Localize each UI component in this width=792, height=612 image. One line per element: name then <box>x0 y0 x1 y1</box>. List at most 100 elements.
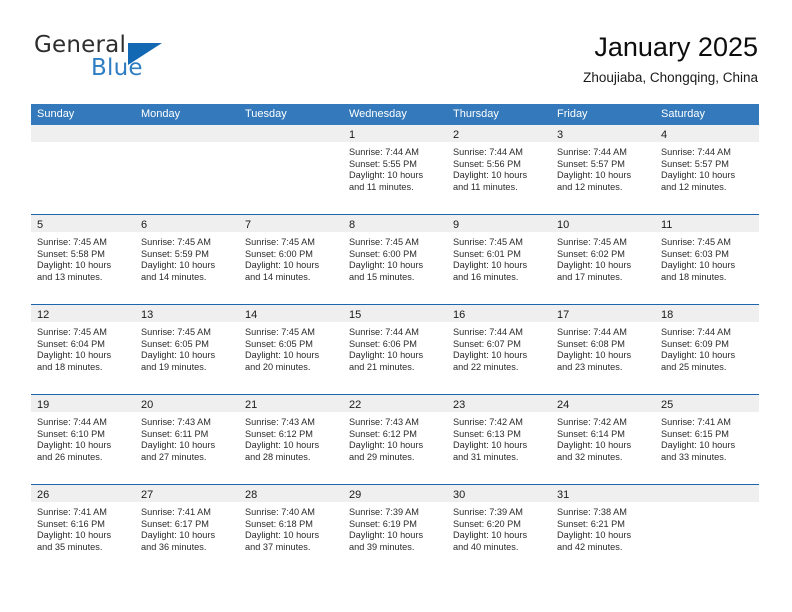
daylight-text-cont: and 20 minutes. <box>245 361 311 372</box>
day-number: 3 <box>557 129 564 141</box>
day-cell[interactable]: 19 Sunrise: 7:44 AM Sunset: 6:10 PM Dayligh… <box>31 395 135 484</box>
daylight-text: Daylight: 10 hours <box>557 530 632 541</box>
day-cell[interactable]: 30 Sunrise: 7:39 AM Sunset: 6:20 PM Dayligh… <box>447 485 551 574</box>
daylight-text-cont: and 14 minutes. <box>245 271 311 282</box>
day-cell[interactable]: 1 Sunrise: 7:44 AM Sunset: 5:55 PM Daylight… <box>343 125 447 214</box>
sunset-text: Sunset: 5:57 PM <box>557 158 625 169</box>
sunrise-text: Sunrise: 7:38 AM <box>557 507 627 517</box>
daylight-text: Daylight: 10 hours <box>453 350 528 361</box>
day-cell[interactable]: 10 Sunrise: 7:45 AM Sunset: 6:02 PM Dayligh… <box>551 215 655 304</box>
sunset-text: Sunset: 6:13 PM <box>453 428 521 439</box>
day-cell[interactable]: 9 Sunrise: 7:45 AM Sunset: 6:01 PM Daylight… <box>447 215 551 304</box>
sunset-text: Sunset: 6:10 PM <box>37 428 105 439</box>
day-cell[interactable]: 22 Sunrise: 7:43 AM Sunset: 6:12 PM Dayligh… <box>343 395 447 484</box>
day-cell[interactable]: 21 Sunrise: 7:43 AM Sunset: 6:12 PM Dayligh… <box>239 395 343 484</box>
day-cell[interactable]: 6 Sunrise: 7:45 AM Sunset: 5:59 PM Daylight… <box>135 215 239 304</box>
day-cell[interactable]: 27 Sunrise: 7:41 AM Sunset: 6:17 PM Dayligh… <box>135 485 239 574</box>
day-number: 12 <box>37 309 50 321</box>
day-cell[interactable]: 23 Sunrise: 7:42 AM Sunset: 6:13 PM Dayligh… <box>447 395 551 484</box>
week-row: 1 Sunrise: 7:44 AM Sunset: 5:55 PM Daylight… <box>31 125 759 214</box>
sunset-text: Sunset: 6:09 PM <box>661 338 729 349</box>
day-cell[interactable]: 8 Sunrise: 7:45 AM Sunset: 6:00 PM Daylight… <box>343 215 447 304</box>
day-cell[interactable]: 4 Sunrise: 7:44 AM Sunset: 5:57 PM Daylight… <box>655 125 759 214</box>
sunset-text: Sunset: 6:12 PM <box>245 428 313 439</box>
day-number: 29 <box>349 489 362 501</box>
weekday-header-tuesday: Tuesday <box>245 108 287 120</box>
daylight-text-cont: and 12 minutes. <box>557 181 623 192</box>
daylight-text-cont: and 18 minutes. <box>661 271 727 282</box>
day-cell[interactable]: 17 Sunrise: 7:44 AM Sunset: 6:08 PM Dayligh… <box>551 305 655 394</box>
day-cell[interactable] <box>135 125 239 214</box>
daylight-text: Daylight: 10 hours <box>141 530 216 541</box>
daylight-text: Daylight: 10 hours <box>141 260 216 271</box>
daylight-text: Daylight: 10 hours <box>245 350 320 361</box>
day-cell[interactable]: 29 Sunrise: 7:39 AM Sunset: 6:19 PM Dayligh… <box>343 485 447 574</box>
page-title: January 2025 <box>594 32 758 62</box>
daylight-text: Daylight: 10 hours <box>141 350 216 361</box>
daylight-text: Daylight: 10 hours <box>557 440 632 451</box>
sunrise-text: Sunrise: 7:44 AM <box>453 327 523 337</box>
day-number: 28 <box>245 489 258 501</box>
daylight-text: Daylight: 10 hours <box>453 170 528 181</box>
sunset-text: Sunset: 6:04 PM <box>37 338 105 349</box>
daylight-text: Daylight: 10 hours <box>661 260 736 271</box>
sunrise-text: Sunrise: 7:44 AM <box>661 147 731 157</box>
day-cell[interactable]: 31 Sunrise: 7:38 AM Sunset: 6:21 PM Dayligh… <box>551 485 655 574</box>
daylight-text: Daylight: 10 hours <box>661 350 736 361</box>
daylight-text: Daylight: 10 hours <box>245 260 320 271</box>
day-cell[interactable]: 28 Sunrise: 7:40 AM Sunset: 6:18 PM Dayligh… <box>239 485 343 574</box>
daylight-text: Daylight: 10 hours <box>453 260 528 271</box>
day-cell[interactable]: 24 Sunrise: 7:42 AM Sunset: 6:14 PM Dayligh… <box>551 395 655 484</box>
sunset-text: Sunset: 6:00 PM <box>349 248 417 259</box>
daylight-text: Daylight: 10 hours <box>349 350 424 361</box>
sunrise-text: Sunrise: 7:45 AM <box>141 237 211 247</box>
week-row: 19 Sunrise: 7:44 AM Sunset: 6:10 PM Dayligh… <box>31 394 759 484</box>
sunrise-text: Sunrise: 7:43 AM <box>141 417 211 427</box>
sunset-text: Sunset: 6:15 PM <box>661 428 729 439</box>
day-cell[interactable]: 12 Sunrise: 7:45 AM Sunset: 6:04 PM Dayligh… <box>31 305 135 394</box>
day-number: 11 <box>661 219 673 231</box>
day-number: 20 <box>141 399 154 411</box>
day-cell[interactable]: 2 Sunrise: 7:44 AM Sunset: 5:56 PM Daylight… <box>447 125 551 214</box>
weekday-header-wednesday: Wednesday <box>349 108 407 120</box>
day-number: 6 <box>141 219 148 231</box>
day-cell[interactable]: 15 Sunrise: 7:44 AM Sunset: 6:06 PM Dayligh… <box>343 305 447 394</box>
day-cell[interactable]: 16 Sunrise: 7:44 AM Sunset: 6:07 PM Dayligh… <box>447 305 551 394</box>
day-cell[interactable]: 3 Sunrise: 7:44 AM Sunset: 5:57 PM Daylight… <box>551 125 655 214</box>
daylight-text-cont: and 35 minutes. <box>37 541 103 552</box>
sunrise-text: Sunrise: 7:42 AM <box>453 417 523 427</box>
day-cell[interactable]: 5 Sunrise: 7:45 AM Sunset: 5:58 PM Daylight… <box>31 215 135 304</box>
sunrise-text: Sunrise: 7:40 AM <box>245 507 315 517</box>
day-cell[interactable]: 14 Sunrise: 7:45 AM Sunset: 6:05 PM Dayligh… <box>239 305 343 394</box>
sunrise-text: Sunrise: 7:44 AM <box>557 327 627 337</box>
day-cell[interactable] <box>655 485 759 574</box>
sunset-text: Sunset: 5:59 PM <box>141 248 209 259</box>
sunrise-text: Sunrise: 7:41 AM <box>37 507 107 517</box>
day-number: 22 <box>349 399 362 411</box>
day-number: 1 <box>349 129 356 141</box>
day-number: 9 <box>453 219 460 231</box>
day-cell[interactable]: 7 Sunrise: 7:45 AM Sunset: 6:00 PM Daylight… <box>239 215 343 304</box>
daylight-text-cont: and 28 minutes. <box>245 451 311 462</box>
general-blue-logo[interactable]: General Blue <box>34 32 264 88</box>
daylight-text-cont: and 17 minutes. <box>557 271 623 282</box>
daylight-text-cont: and 11 minutes. <box>453 181 518 192</box>
daylight-text-cont: and 40 minutes. <box>453 541 519 552</box>
sunrise-text: Sunrise: 7:45 AM <box>453 237 523 247</box>
daylight-text-cont: and 25 minutes. <box>661 361 727 372</box>
day-cell[interactable]: 26 Sunrise: 7:41 AM Sunset: 6:16 PM Dayligh… <box>31 485 135 574</box>
daylight-text-cont: and 29 minutes. <box>349 451 415 462</box>
day-number: 23 <box>453 399 466 411</box>
day-number <box>135 129 141 141</box>
day-cell[interactable]: 20 Sunrise: 7:43 AM Sunset: 6:11 PM Dayligh… <box>135 395 239 484</box>
sunset-text: Sunset: 6:12 PM <box>349 428 417 439</box>
day-cell[interactable]: 18 Sunrise: 7:44 AM Sunset: 6:09 PM Dayligh… <box>655 305 759 394</box>
day-number: 5 <box>37 219 44 231</box>
day-cell[interactable]: 13 Sunrise: 7:45 AM Sunset: 6:05 PM Dayligh… <box>135 305 239 394</box>
day-cell[interactable]: 11 Sunrise: 7:45 AM Sunset: 6:03 PM Dayligh… <box>655 215 759 304</box>
weekday-header-sunday: Sunday <box>37 108 75 120</box>
day-cell[interactable] <box>239 125 343 214</box>
day-cell[interactable] <box>31 125 135 214</box>
day-cell[interactable]: 25 Sunrise: 7:41 AM Sunset: 6:15 PM Dayligh… <box>655 395 759 484</box>
sunset-text: Sunset: 5:57 PM <box>661 158 729 169</box>
